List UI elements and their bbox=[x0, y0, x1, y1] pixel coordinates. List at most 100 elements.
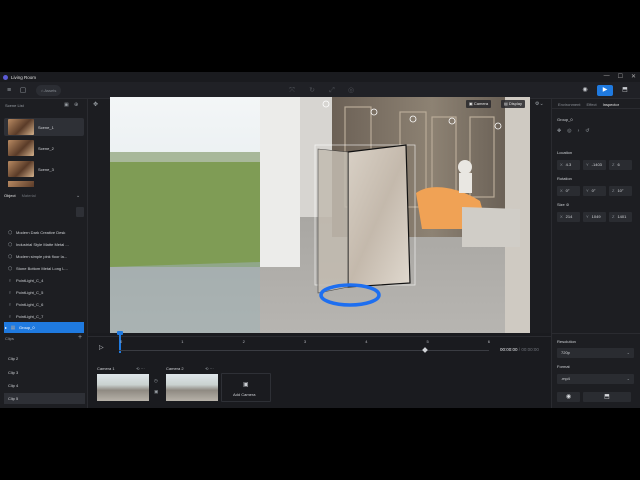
snap-tool-icon[interactable]: ◎ bbox=[347, 87, 355, 95]
maximize-button[interactable]: ☐ bbox=[618, 73, 623, 80]
bulb-icon: ♀ bbox=[8, 301, 12, 308]
camera-thumbnail bbox=[166, 374, 218, 401]
scene-item[interactable]: Scene_2 bbox=[4, 139, 84, 157]
expand-arrow-icon[interactable]: ▸ bbox=[5, 325, 7, 330]
size-x-field[interactable]: X 214 bbox=[557, 212, 580, 222]
camera-card-menu-icon[interactable]: ⟲ ⋯ bbox=[205, 366, 213, 371]
tab-effect[interactable]: Effect bbox=[586, 102, 596, 107]
object-list-item[interactable]: ⬡ Modern Dark Creative Desk bbox=[4, 227, 84, 238]
list-scrollbar[interactable] bbox=[76, 207, 84, 217]
screenshot-icon[interactable]: ◉ bbox=[577, 85, 593, 96]
rotation-z-field[interactable]: Z 10° bbox=[609, 186, 632, 196]
tab-environment[interactable]: Environment bbox=[558, 102, 580, 107]
rotation-z-value: 10° bbox=[617, 188, 624, 193]
scene-item[interactable]: Scene_3 bbox=[4, 160, 84, 178]
move-handle-icon[interactable]: ✥ bbox=[557, 128, 561, 134]
clip-item[interactable]: Clip 2 bbox=[4, 353, 85, 364]
location-z-value: 6 bbox=[617, 162, 620, 167]
scene-thumbnail-partial bbox=[8, 181, 34, 187]
clip-item[interactable]: Clip 3 bbox=[4, 367, 85, 378]
export-icon[interactable]: ⬒ bbox=[617, 85, 633, 96]
location-x-field[interactable]: X 4.3 bbox=[557, 160, 580, 170]
app-logo-icon bbox=[3, 74, 8, 80]
tab-material[interactable]: Material bbox=[22, 193, 36, 198]
reset-icon[interactable]: ↺ bbox=[585, 128, 589, 134]
minimize-button[interactable]: — bbox=[604, 73, 610, 80]
close-button[interactable]: ✕ bbox=[631, 73, 636, 80]
viewport-transform-icon[interactable]: ✥ bbox=[93, 101, 98, 108]
location-y-field[interactable]: Y -1403 bbox=[583, 160, 606, 170]
export-video-button[interactable]: ⬒ bbox=[583, 392, 631, 402]
add-camera-button[interactable]: ▣ Add Camera bbox=[221, 373, 271, 402]
assets-button[interactable]: ⌂ Assets bbox=[36, 85, 62, 96]
timeline-track[interactable] bbox=[119, 350, 489, 351]
object-list-item[interactable]: ♀ PointLight_C_7 bbox=[4, 311, 84, 322]
menu-icon[interactable]: ≡ bbox=[5, 87, 13, 95]
scene-render bbox=[110, 97, 530, 333]
tab-object[interactable]: Object bbox=[4, 193, 16, 198]
render-button[interactable]: ◉ bbox=[557, 392, 580, 402]
object-actions: ✥ ◎ › ↺ bbox=[557, 128, 589, 134]
group-icon: ▦ bbox=[10, 324, 16, 331]
cube-icon: ⬡ bbox=[7, 241, 13, 248]
scene-camera-icon[interactable]: ▣ bbox=[64, 102, 69, 108]
scene-add-icon[interactable]: ⊕ bbox=[74, 102, 78, 108]
play-button[interactable]: ▷ bbox=[99, 344, 104, 351]
scale-tool-icon[interactable]: ⤢ bbox=[328, 87, 336, 95]
viewport-camera-button[interactable]: ▣ Camera bbox=[466, 100, 492, 108]
scene-item[interactable]: Scene_1 bbox=[4, 118, 84, 136]
object-list-item[interactable]: ⬡ Stone Bottom Metal Long L... bbox=[4, 263, 84, 274]
scene-thumbnail bbox=[8, 161, 34, 177]
cube-icon: ⬡ bbox=[7, 265, 13, 272]
format-select[interactable]: .mp4 ⌄ bbox=[557, 374, 634, 384]
object-list-item[interactable]: ♀ PointLight_C_4 bbox=[4, 275, 84, 286]
target-icon[interactable]: ◎ bbox=[567, 128, 571, 134]
object-tabs: Object Material bbox=[4, 193, 36, 198]
location-z-field[interactable]: Z6 bbox=[609, 160, 632, 170]
playhead-handle[interactable] bbox=[117, 331, 123, 335]
camera-settings-icon[interactable]: ▣ bbox=[154, 389, 158, 395]
object-list-item[interactable]: ⬡ Modern simple pink floor la... bbox=[4, 251, 84, 262]
object-list-item[interactable]: ♀ PointLight_C_5 bbox=[4, 287, 84, 298]
file-icon[interactable]: ▢ bbox=[19, 87, 27, 95]
clip-item[interactable]: Clip 4 bbox=[4, 380, 85, 391]
arrow-icon[interactable]: › bbox=[578, 128, 580, 134]
camera-card-menu-icon[interactable]: ⟲ ⋯ bbox=[136, 366, 144, 371]
ruler-tick-label: 2 bbox=[242, 339, 245, 344]
tab-inspector[interactable]: Inspector bbox=[603, 102, 619, 107]
rotation-x-field[interactable]: X 0° bbox=[557, 186, 580, 196]
size-y-field[interactable]: Y 1049 bbox=[583, 212, 606, 222]
camera-card[interactable]: Camera 2 ⟲ ⋯ bbox=[166, 366, 220, 402]
move-tool-icon[interactable]: ⤧ bbox=[288, 87, 296, 95]
size-z-field[interactable]: Z 1401 bbox=[609, 212, 632, 222]
viewport-settings-icon[interactable]: ⚙⌄ bbox=[535, 101, 544, 107]
ruler-tick-label: 1 bbox=[181, 339, 184, 344]
clip-item[interactable]: Clip 5 bbox=[4, 393, 85, 404]
add-clip-icon[interactable]: + bbox=[78, 334, 82, 341]
rotate-tool-icon[interactable]: ↻ bbox=[308, 87, 316, 95]
size-z-value: 1401 bbox=[617, 214, 627, 219]
object-list-item[interactable]: ▸ ▦ Group_0 bbox=[4, 322, 84, 333]
viewport-display-button[interactable]: ▤ Display bbox=[501, 100, 526, 108]
resolution-select[interactable]: 720p ⌄ bbox=[557, 348, 634, 358]
inspector-divider bbox=[551, 108, 640, 109]
camera-card[interactable]: Camera 1 ⟲ ⋯ bbox=[97, 366, 151, 402]
rotation-y-field[interactable]: Y 0° bbox=[583, 186, 606, 196]
3d-viewport[interactable]: ▣ Camera ▤ Display bbox=[110, 97, 530, 333]
camera-label: Camera bbox=[473, 101, 489, 106]
ruler-tick-label: 0 bbox=[120, 339, 123, 344]
assets-label: Assets bbox=[44, 88, 57, 93]
collapse-icon[interactable]: ⌄ bbox=[76, 193, 80, 199]
lock-ratio-icon[interactable]: ⊘ bbox=[566, 202, 569, 207]
video-record-icon[interactable]: ▶ bbox=[597, 85, 613, 96]
ruler-tick-label: 3 bbox=[303, 339, 307, 344]
bulb-icon: ♀ bbox=[8, 313, 12, 320]
timer-icon[interactable]: ◷ bbox=[154, 378, 158, 384]
object-list-item-label: PointLight_C_5 bbox=[16, 290, 44, 295]
chevron-down-icon: ⌄ bbox=[626, 376, 630, 381]
object-list-item[interactable]: ⬡ Industrial Style Matte Metal ... bbox=[4, 239, 84, 250]
scene-label: Scene_2 bbox=[38, 145, 54, 151]
object-list-item[interactable]: ♀ PointLight_C_6 bbox=[4, 299, 84, 310]
size-label-text: Size bbox=[557, 202, 565, 207]
add-camera-icon: ▣ bbox=[243, 382, 249, 388]
